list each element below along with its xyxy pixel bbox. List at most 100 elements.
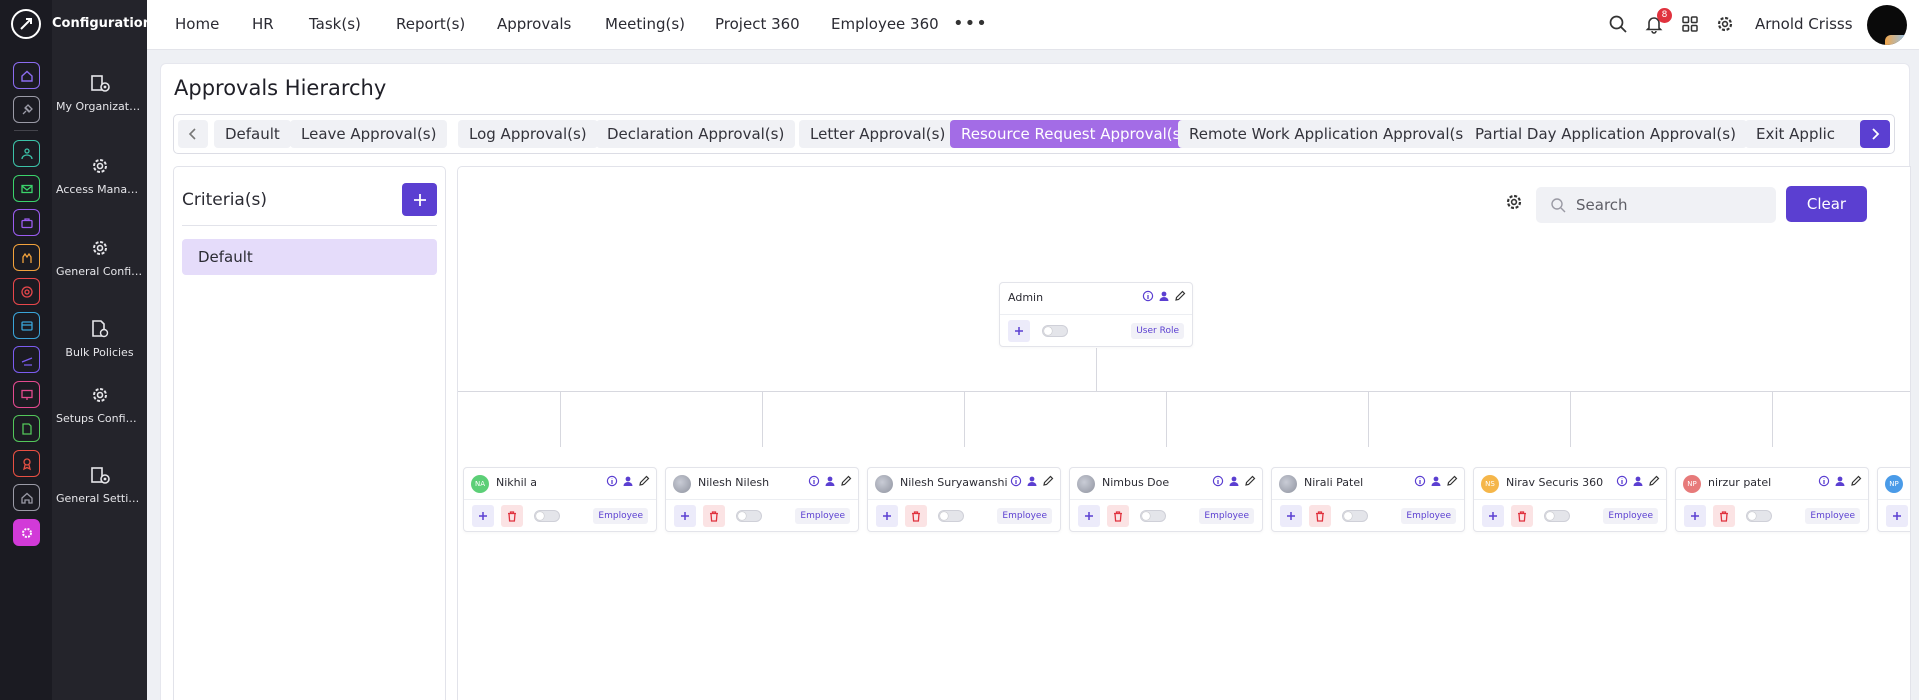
rail-item-hands[interactable]: [13, 244, 40, 271]
info-icon[interactable]: [1818, 475, 1830, 487]
edit-pencil-icon[interactable]: [1850, 475, 1862, 487]
approval-toggle[interactable]: [938, 510, 964, 522]
sidebar-item-general-settings[interactable]: General Settings: [52, 464, 147, 506]
add-approver-button[interactable]: [674, 505, 696, 527]
nav-tasks[interactable]: Task(s): [309, 15, 361, 33]
user-icon[interactable]: [824, 475, 836, 487]
edit-pencil-icon[interactable]: [1174, 290, 1186, 302]
hierarchy-child-node[interactable]: Nilesh Suryawanshi Employee: [867, 467, 1061, 532]
rail-item-award[interactable]: [13, 450, 40, 477]
edit-pencil-icon[interactable]: [1446, 475, 1458, 487]
sidebar-item-my-organization[interactable]: My Organization: [52, 72, 147, 114]
hierarchy-child-node[interactable]: Nirali Patel Employee: [1271, 467, 1465, 532]
approval-toggle[interactable]: [534, 510, 560, 522]
add-approver-button[interactable]: [1280, 505, 1302, 527]
edit-pencil-icon[interactable]: [1648, 475, 1660, 487]
sidebar-item-setups-configuration[interactable]: Setups Configurati...: [52, 384, 147, 426]
rail-item-house[interactable]: [13, 484, 40, 511]
delete-approver-button[interactable]: [1107, 505, 1129, 527]
user-icon[interactable]: [622, 475, 634, 487]
approval-toggle[interactable]: [1140, 510, 1166, 522]
info-icon[interactable]: [606, 475, 618, 487]
tab-declaration-approvals[interactable]: Declaration Approval(s): [596, 120, 796, 148]
user-icon[interactable]: [1430, 475, 1442, 487]
rail-item-plane[interactable]: [13, 346, 40, 373]
tab-remote-work-approvals[interactable]: Remote Work Application Approval(s): [1178, 120, 1481, 148]
tab-default[interactable]: Default: [214, 120, 291, 148]
user-icon[interactable]: [1632, 475, 1644, 487]
info-icon[interactable]: [1616, 475, 1628, 487]
rail-item-document[interactable]: [13, 415, 40, 442]
tab-exit-application-approvals[interactable]: Exit Applic: [1745, 120, 1865, 148]
user-avatar[interactable]: [1867, 5, 1907, 45]
add-approver-button[interactable]: [1482, 505, 1504, 527]
more-menu-icon[interactable]: •••: [953, 13, 988, 34]
hierarchy-child-node[interactable]: Nilesh Nilesh Employee: [665, 467, 859, 532]
user-icon[interactable]: [1026, 475, 1038, 487]
search-icon[interactable]: [1608, 14, 1628, 38]
search-input[interactable]: [1576, 187, 1771, 223]
user-icon[interactable]: [1834, 475, 1846, 487]
add-approver-button[interactable]: [472, 505, 494, 527]
add-criteria-button[interactable]: [402, 183, 437, 216]
criteria-item-default[interactable]: Default: [182, 239, 437, 275]
rail-item-team[interactable]: [13, 140, 40, 167]
delete-approver-button[interactable]: [1309, 505, 1331, 527]
nav-project-360[interactable]: Project 360: [715, 15, 800, 33]
user-name[interactable]: Arnold Crisss: [1755, 15, 1853, 33]
edit-pencil-icon[interactable]: [1244, 475, 1256, 487]
tab-letter-approvals[interactable]: Letter Approval(s): [799, 120, 957, 148]
edit-pencil-icon[interactable]: [840, 475, 852, 487]
edit-pencil-icon[interactable]: [638, 475, 650, 487]
hierarchy-child-node[interactable]: NS Nirav Securis 360 Employee: [1473, 467, 1667, 532]
sidebar-item-general-configuration[interactable]: General Configurati...: [52, 237, 147, 279]
approval-toggle[interactable]: [736, 510, 762, 522]
apps-grid-icon[interactable]: [1680, 14, 1700, 38]
add-approver-button[interactable]: [1886, 505, 1908, 527]
hierarchy-child-node[interactable]: NA Nikhil a Employee: [463, 467, 657, 532]
tab-partial-day-approvals[interactable]: Partial Day Application Approval(s): [1464, 120, 1747, 148]
hierarchy-root-node[interactable]: Admin User Role: [999, 282, 1193, 347]
user-icon[interactable]: [1228, 475, 1240, 487]
tab-leave-approvals[interactable]: Leave Approval(s): [290, 120, 448, 148]
hierarchy-canvas[interactable]: Clear Admin User Role NANikhil aE: [457, 166, 1911, 700]
edit-pencil-icon[interactable]: [1042, 475, 1054, 487]
canvas-settings-gear-icon[interactable]: [1504, 192, 1524, 216]
nav-reports[interactable]: Report(s): [396, 15, 465, 33]
rail-item-pin[interactable]: [13, 96, 40, 123]
sidebar-item-bulk-policies[interactable]: Bulk Policies: [52, 318, 147, 360]
nav-approvals[interactable]: Approvals: [497, 15, 571, 33]
approval-toggle[interactable]: [1544, 510, 1570, 522]
info-icon[interactable]: [1010, 475, 1022, 487]
approval-toggle[interactable]: [1342, 510, 1368, 522]
delete-approver-button[interactable]: [1713, 505, 1735, 527]
tab-resource-request-approvals[interactable]: Resource Request Approval(s): [950, 120, 1198, 148]
nav-employee-360[interactable]: Employee 360: [831, 15, 939, 33]
rail-item-presentation[interactable]: [13, 381, 40, 408]
user-icon[interactable]: [1158, 290, 1170, 302]
add-approver-button[interactable]: [1008, 320, 1030, 342]
add-approver-button[interactable]: [876, 505, 898, 527]
rail-item-target[interactable]: [13, 278, 40, 305]
clear-button[interactable]: Clear: [1786, 186, 1867, 222]
hierarchy-child-node[interactable]: NP: [1877, 467, 1910, 532]
nav-hr[interactable]: HR: [252, 15, 274, 33]
info-icon[interactable]: [808, 475, 820, 487]
rail-item-archive[interactable]: [13, 312, 40, 339]
delete-approver-button[interactable]: [1511, 505, 1533, 527]
rail-item-home[interactable]: [13, 62, 40, 89]
info-icon[interactable]: [1142, 290, 1154, 302]
rail-item-briefcase[interactable]: [13, 209, 40, 236]
nav-home[interactable]: Home: [175, 15, 219, 33]
info-icon[interactable]: [1212, 475, 1224, 487]
hierarchy-child-node[interactable]: NP nirzur patel Employee: [1675, 467, 1869, 532]
rail-item-settings[interactable]: [13, 519, 40, 546]
rail-item-mail[interactable]: [13, 175, 40, 202]
nav-meetings[interactable]: Meeting(s): [605, 15, 685, 33]
delete-approver-button[interactable]: [501, 505, 523, 527]
tab-log-approvals[interactable]: Log Approval(s): [458, 120, 598, 148]
info-icon[interactable]: [1414, 475, 1426, 487]
settings-gear-icon[interactable]: [1715, 14, 1735, 38]
hierarchy-child-node[interactable]: Nimbus Doe Employee: [1069, 467, 1263, 532]
add-approver-button[interactable]: [1078, 505, 1100, 527]
